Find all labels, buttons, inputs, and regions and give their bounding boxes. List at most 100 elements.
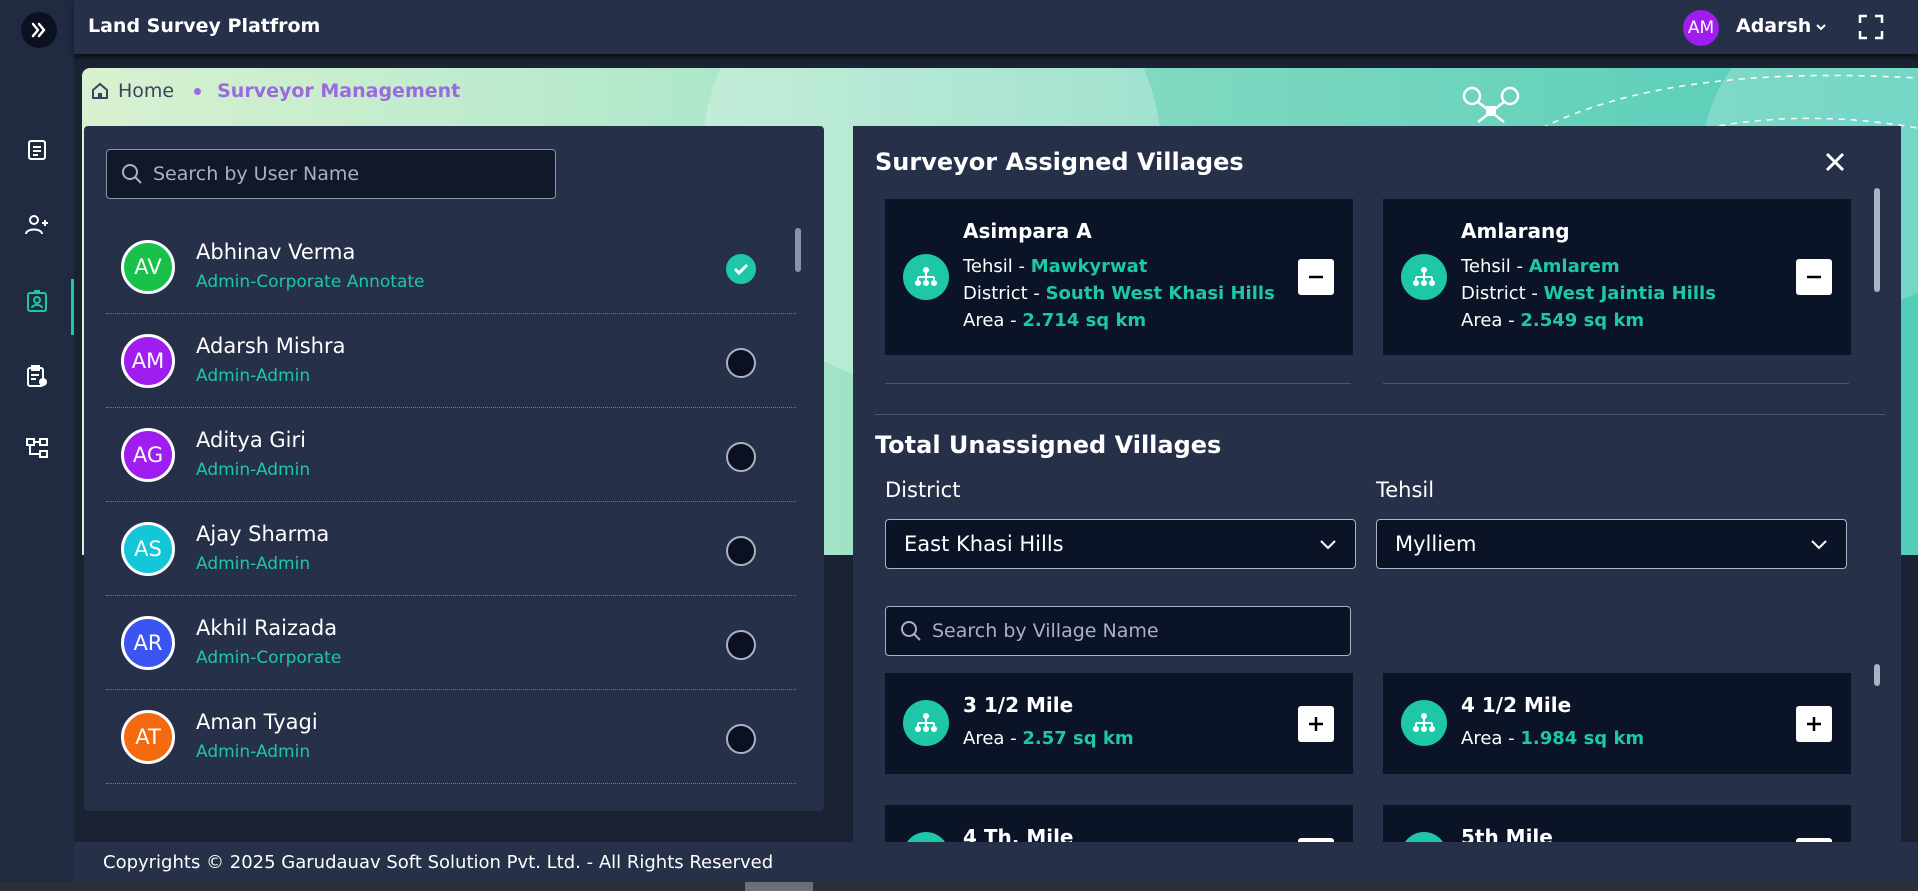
village-icon [903,254,949,300]
unassigned-village-card: 3 1/2 Mile Area - 2.57 sq km [885,673,1353,774]
chevron-down-icon [1811,540,1827,550]
village-tehsil-label: Tehsil - [1461,256,1529,277]
unassigned-scrollbar[interactable] [1874,664,1880,686]
horizontal-scrollbar[interactable] [0,882,1918,891]
user-avatar[interactable]: AM [1683,10,1719,46]
village-tehsil-value: Amlarem [1528,256,1620,277]
user-menu-name[interactable]: Adarsh [1736,15,1811,37]
village-area-value: 2.549 sq km [1520,310,1645,331]
village-district-value: West Jaintia Hills [1543,283,1716,304]
village-area-value: 2.714 sq km [1022,310,1147,331]
plus-icon [1309,717,1323,731]
plus-icon [1807,717,1821,731]
search-icon [122,164,142,184]
user-role: Admin-Admin [196,554,311,574]
expand-sidebar-button[interactable] [21,12,57,48]
remove-village-button[interactable] [1796,259,1832,295]
village-name: Amlarang [1461,219,1570,243]
chevron-down-icon[interactable] [1814,16,1828,38]
village-area: Area - 2.57 sq km [963,728,1134,749]
surveyor-badge-icon [27,290,47,312]
user-role: Admin-Corporate Annotate [196,272,425,292]
breadcrumb-separator [194,87,202,95]
nav-item-tasks[interactable] [0,354,74,398]
user-search-input[interactable] [153,163,533,185]
nav-item-surveyor-management[interactable] [0,279,74,335]
user-list-item[interactable]: AV Abhinav Verma Admin-Corporate Annotate [106,220,796,314]
footer: Copyrights © 2025 Garudauav Soft Solutio… [74,842,1918,882]
unassigned-villages-title: Total Unassigned Villages [875,431,1222,459]
breadcrumb-home[interactable]: Home [118,80,174,102]
user-select-radio[interactable] [726,442,756,472]
user-list-scrollbar[interactable] [795,228,801,272]
user-name: Abhinav Verma [196,240,356,264]
village-tehsil-label: Tehsil - [963,256,1031,277]
village-area-label: Area - [963,728,1023,749]
breadcrumb-current: Surveyor Management [217,80,461,102]
tehsil-label: Tehsil [1376,478,1435,502]
user-select-radio[interactable] [726,724,756,754]
user-avatar: AG [121,428,175,482]
minus-icon [1309,275,1323,279]
user-avatar: AV [121,240,175,294]
divider [885,383,1351,384]
assigned-scrollbar[interactable] [1874,188,1880,292]
user-select-radio[interactable] [726,348,756,378]
assigned-villages-title: Surveyor Assigned Villages [875,148,1244,176]
close-icon[interactable] [1823,150,1847,174]
user-list-item[interactable]: AG Aditya Giri Admin-Admin [106,408,796,502]
village-hierarchy-icon [1413,267,1435,286]
top-bar: Land Survey Platfrom AM Adarsh [74,0,1918,54]
village-icon [903,700,949,746]
village-hierarchy-icon [915,267,937,286]
user-select-radio-checked[interactable] [726,254,756,284]
village-area-value: 1.984 sq km [1520,728,1645,749]
village-tehsil: Tehsil - Amlarem [1461,256,1620,277]
user-list-panel: AVAbhinav VermaAdmin-Corporate AnnotateA… [84,126,824,811]
user-role: Admin-Corporate [196,648,342,668]
user-list: AV Abhinav Verma Admin-Corporate Annotate A… [106,220,796,784]
user-list-item[interactable]: AS Ajay Sharma Admin-Admin [106,502,796,596]
add-village-button[interactable] [1298,706,1334,742]
village-search-input[interactable] [932,620,1332,642]
village-area-label: Area - [963,310,1023,331]
user-list-item[interactable]: AT Aman Tyagi Admin-Admin [106,690,796,784]
user-select-radio[interactable] [726,536,756,566]
user-name: Akhil Raizada [196,616,338,640]
village-tehsil-value: Mawkyrwat [1030,256,1148,277]
user-search-box[interactable] [106,149,556,199]
user-select-radio[interactable] [726,630,756,660]
assigned-village-card: Asimpara A Tehsil - Mawkyrwat District - S… [885,199,1353,355]
user-name: Adarsh Mishra [196,334,346,358]
village-district-value: South West Khasi Hills [1045,283,1275,304]
hierarchy-icon [26,438,48,458]
user-role: Admin-Admin [196,742,311,762]
village-search-box[interactable] [885,606,1351,656]
village-name: Asimpara A [963,219,1092,243]
footer-copyright: Copyrights © 2025 Garudauav Soft Solutio… [103,851,774,873]
document-icon [28,140,46,160]
user-list-item[interactable]: AR Akhil Raizada Admin-Corporate [106,596,796,690]
nav-item-hierarchy[interactable] [0,426,74,470]
remove-village-button[interactable] [1298,259,1334,295]
tehsil-select[interactable]: Mylliem [1376,519,1847,569]
home-icon[interactable] [90,81,110,101]
double-chevron-right-icon [31,22,46,38]
district-select[interactable]: East Khasi Hills [885,519,1356,569]
divider [1383,383,1849,384]
village-area: Area - 2.714 sq km [963,310,1146,331]
village-area-label: Area - [1461,310,1521,331]
village-name: 4 1/2 Mile [1461,693,1572,717]
nav-item-add-user[interactable] [0,203,74,247]
user-name: Aditya Giri [196,428,306,452]
village-area-value: 2.57 sq km [1022,728,1134,749]
add-village-button[interactable] [1796,706,1832,742]
clipboard-settings-icon [27,365,47,387]
village-district-label: District - [1461,283,1544,304]
user-list-item[interactable]: AM Adarsh Mishra Admin-Admin [106,314,796,408]
side-nav [0,0,74,891]
district-select-value: East Khasi Hills [904,532,1064,556]
fullscreen-icon[interactable] [1858,14,1884,40]
nav-item-documents[interactable] [0,128,74,172]
village-district: District - West Jaintia Hills [1461,283,1716,304]
